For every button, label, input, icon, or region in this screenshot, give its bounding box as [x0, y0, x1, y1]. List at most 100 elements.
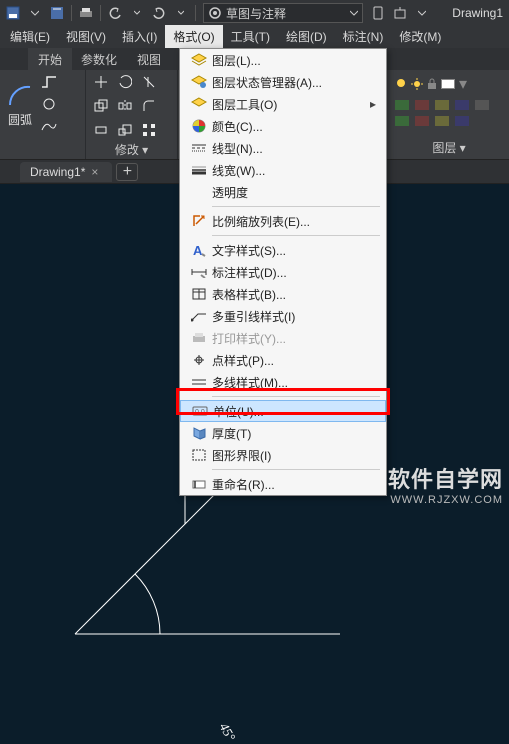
history-down-icon[interactable]	[25, 3, 45, 23]
menu-insert[interactable]: 插入(I)	[114, 25, 165, 48]
watermark: 软件自学网 WWW.RJZXW.COM	[388, 462, 503, 506]
panel-layers: ▾ 图层 ▾	[389, 70, 509, 160]
menu-item-thickness[interactable]: 厚度(T)	[180, 422, 386, 444]
menu-item-label: 线型(N)...	[212, 140, 376, 157]
panel-draw-title	[6, 155, 79, 159]
menu-item-layers[interactable]: 图层(L)...	[180, 49, 386, 71]
save-as-icon[interactable]	[47, 3, 67, 23]
svg-text:A: A	[193, 243, 203, 257]
layer-color-swatch[interactable]	[441, 79, 455, 89]
menu-item-transparency[interactable]: 透明度	[180, 181, 386, 203]
workspace-dropdown[interactable]: 草图与注释	[203, 3, 363, 23]
menu-item-label: 比例缩放列表(E)...	[212, 213, 376, 230]
ribbon-tab-start[interactable]: 开始	[28, 48, 72, 71]
menu-item-plot-style: 打印样式(Y)...	[180, 327, 386, 349]
menu-dimension[interactable]: 标注(N)	[335, 25, 392, 48]
swatch-green[interactable]	[395, 100, 409, 110]
undo-icon[interactable]	[105, 3, 125, 23]
save-icon[interactable]	[3, 3, 23, 23]
ribbon-tab-view[interactable]: 视图	[127, 48, 171, 71]
fillet-icon[interactable]	[140, 97, 158, 115]
lineweight-icon	[186, 165, 212, 175]
menu-item-mleader-style[interactable]: 多重引线样式(I)	[180, 305, 386, 327]
layer-drop-icon[interactable]: ▾	[459, 74, 467, 94]
panel-layers-title[interactable]: 图层 ▾	[395, 139, 503, 156]
menu-item-units[interactable]: 0.0单位(U)...	[180, 400, 386, 422]
lightbulb-icon[interactable]	[395, 78, 407, 90]
swatch-blue[interactable]	[455, 100, 469, 110]
menu-item-label: 表格样式(B)...	[212, 286, 376, 303]
window-title: Drawing1	[452, 6, 503, 20]
menu-item-scale-list[interactable]: 比例缩放列表(E)...	[180, 210, 386, 232]
swatch-red[interactable]	[415, 100, 429, 110]
scale-icon[interactable]	[116, 121, 134, 139]
mleader-style-icon	[186, 310, 212, 322]
menu-view[interactable]: 视图(V)	[58, 25, 114, 48]
menu-edit[interactable]: 编辑(E)	[2, 25, 58, 48]
menu-item-mline-style[interactable]: 多线样式(M)...	[180, 371, 386, 393]
circle-icon[interactable]	[40, 95, 58, 113]
workspace-label: 草图与注释	[226, 5, 286, 22]
gear-icon	[208, 6, 222, 20]
menu-modify[interactable]: 修改(M)	[391, 25, 449, 48]
panel-modify-title[interactable]: 修改 ▾	[92, 139, 171, 160]
menu-item-layer-state[interactable]: 图层状态管理器(A)...	[180, 71, 386, 93]
copy-icon[interactable]	[92, 97, 110, 115]
menu-tools[interactable]: 工具(T)	[223, 25, 278, 48]
menu-item-label: 文字样式(S)...	[212, 242, 376, 259]
undo-drop-icon[interactable]	[127, 3, 147, 23]
svg-text:0.0: 0.0	[195, 409, 205, 416]
menu-separator	[212, 235, 380, 236]
menu-format[interactable]: 格式(O)	[165, 25, 222, 48]
lock-icon[interactable]	[427, 78, 437, 90]
mirror-icon[interactable]	[116, 97, 134, 115]
arc-tool[interactable]: 圆弧	[6, 81, 34, 128]
menu-item-dim-style[interactable]: 标注样式(D)...	[180, 261, 386, 283]
watermark-line2: WWW.RJZXW.COM	[388, 494, 503, 506]
trim-icon[interactable]	[140, 73, 158, 91]
plot-style-icon	[186, 332, 212, 344]
swatch-red-2[interactable]	[415, 116, 429, 126]
dim-style-icon	[186, 266, 212, 278]
menu-item-point-style[interactable]: 点样式(P)...	[180, 349, 386, 371]
menu-item-layer-tools[interactable]: 图层工具(O)▸	[180, 93, 386, 115]
menu-item-label: 透明度	[212, 184, 376, 201]
menu-item-lineweight[interactable]: 线宽(W)...	[180, 159, 386, 181]
sun-icon[interactable]	[411, 78, 423, 90]
format-dropdown-menu: 图层(L)...图层状态管理器(A)...图层工具(O)▸颜色(C)... 线型(…	[179, 48, 387, 496]
rotate-icon[interactable]	[116, 73, 134, 91]
move-icon[interactable]	[92, 73, 110, 91]
qat-more-icon[interactable]	[412, 3, 432, 23]
mobile-icon[interactable]	[368, 3, 388, 23]
menu-item-linetype[interactable]: 线型(N)...	[180, 137, 386, 159]
arc-label: 圆弧	[8, 111, 32, 128]
swatch-yellow[interactable]	[435, 100, 449, 110]
scale-list-icon	[186, 214, 212, 228]
swatch-green-2[interactable]	[395, 116, 409, 126]
menu-item-label: 厚度(T)	[212, 425, 376, 442]
array-icon[interactable]	[140, 121, 158, 139]
stretch-icon[interactable]	[92, 121, 110, 139]
menu-draw[interactable]: 绘图(D)	[278, 25, 335, 48]
menu-item-label: 线宽(W)...	[212, 162, 376, 179]
spline-icon[interactable]	[40, 117, 58, 135]
swatch-yellow-2[interactable]	[435, 116, 449, 126]
ribbon-tab-parametric[interactable]: 参数化	[71, 48, 127, 71]
document-tab[interactable]: Drawing1* ×	[20, 162, 112, 182]
swatch-grey[interactable]	[475, 100, 489, 110]
swatch-blue-2[interactable]	[455, 116, 469, 126]
print-icon[interactable]	[76, 3, 96, 23]
menu-item-text-style[interactable]: A 文字样式(S)...	[180, 239, 386, 261]
close-icon[interactable]: ×	[91, 165, 98, 179]
redo-icon[interactable]	[149, 3, 169, 23]
redo-drop-icon[interactable]	[171, 3, 191, 23]
menu-item-limits[interactable]: 图形界限(I)	[180, 444, 386, 466]
menu-item-label: 标注样式(D)...	[212, 264, 376, 281]
menu-item-rename[interactable]: 重命名(R)...	[180, 473, 386, 495]
menu-item-color[interactable]: 颜色(C)...	[180, 115, 386, 137]
menu-item-table-style[interactable]: 表格样式(B)...	[180, 283, 386, 305]
polyline-icon[interactable]	[40, 73, 58, 91]
share-icon[interactable]	[390, 3, 410, 23]
layer-tools-icon	[186, 97, 212, 111]
new-document-button[interactable]: +	[116, 163, 138, 181]
